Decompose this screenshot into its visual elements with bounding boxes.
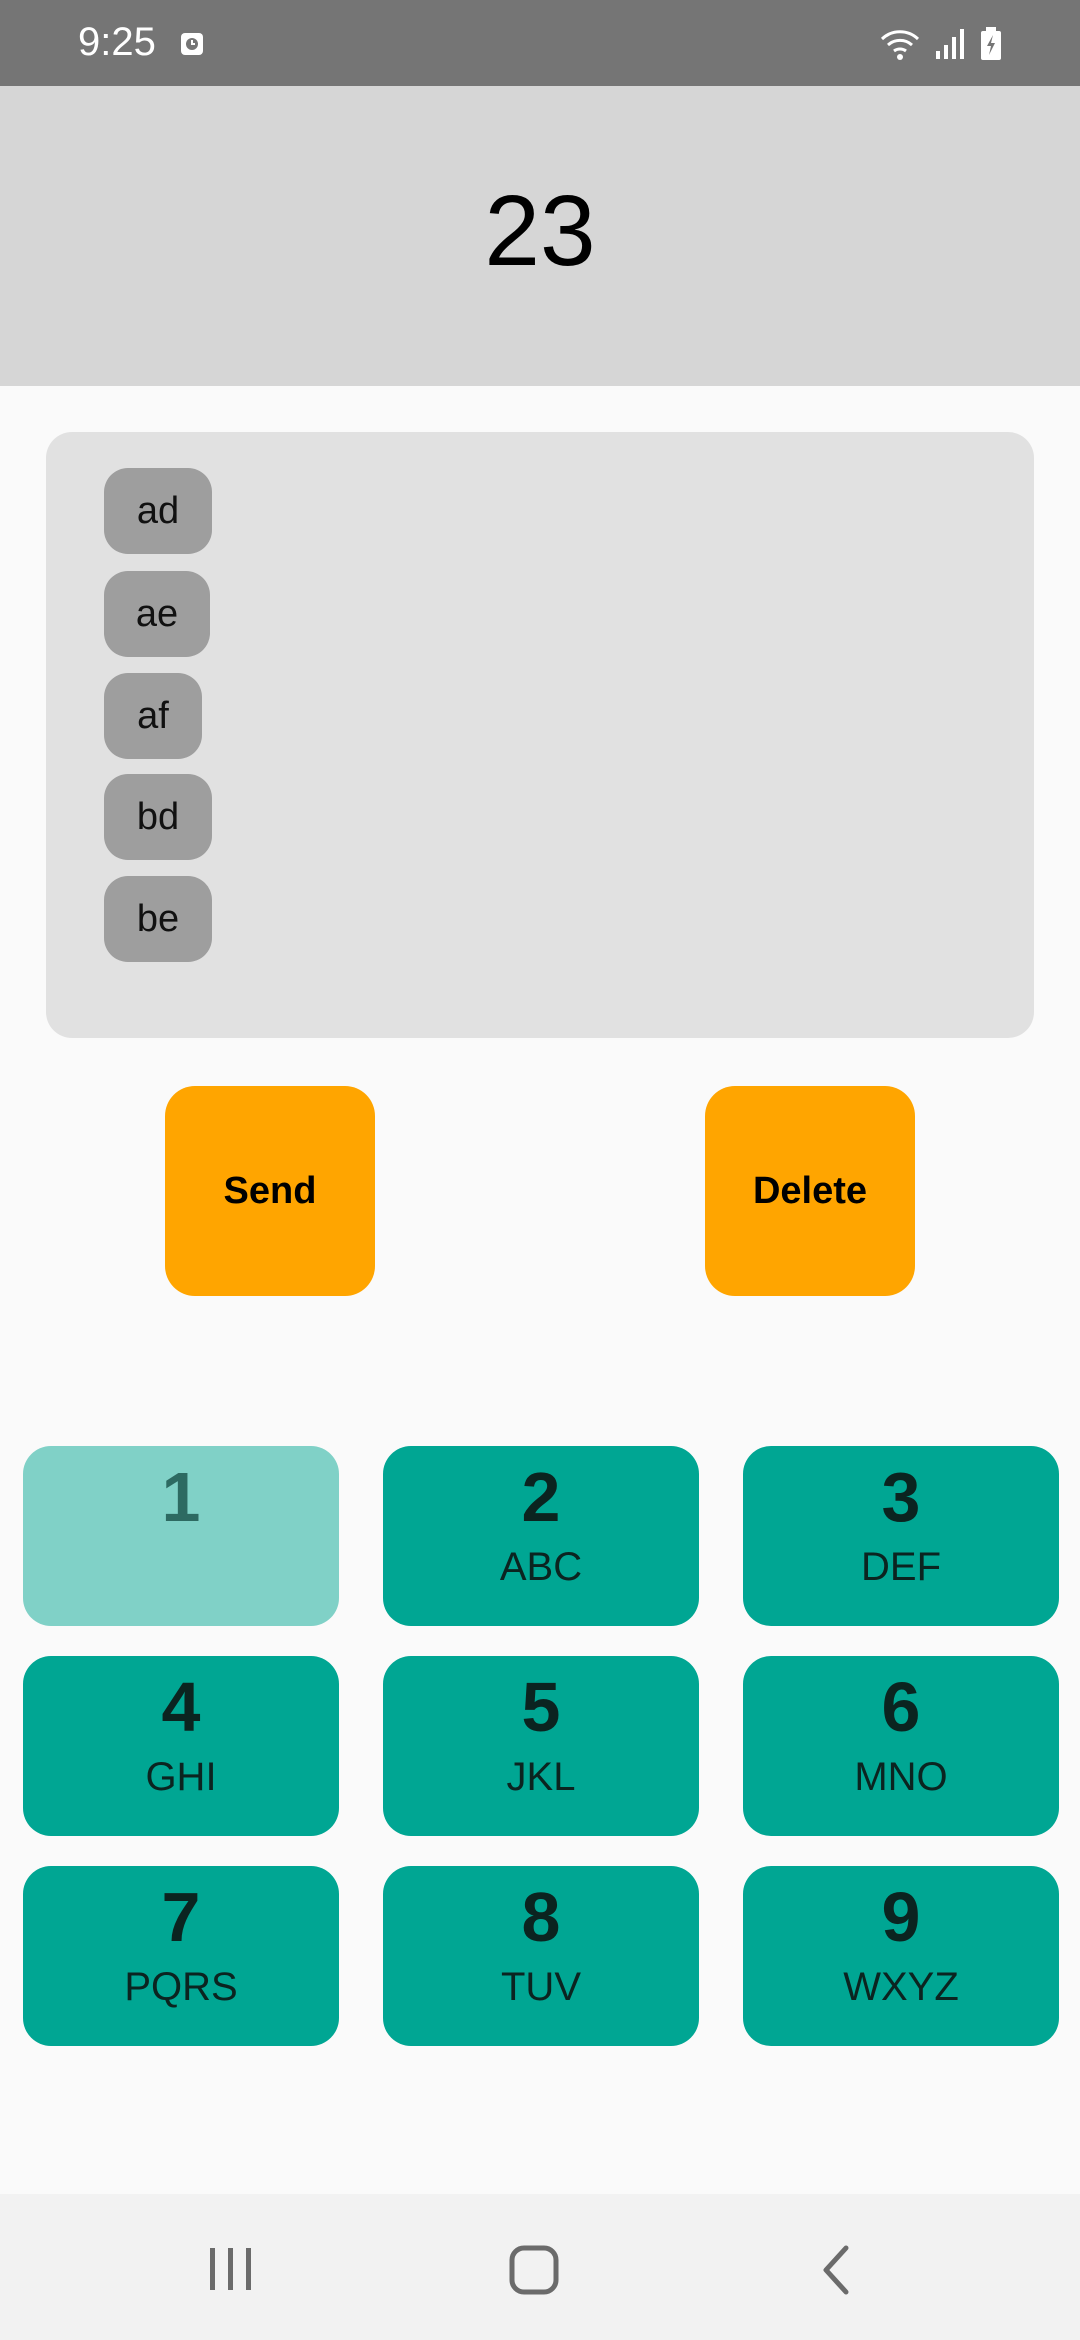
key-8[interactable]: 8 TUV bbox=[383, 1866, 699, 2046]
key-letters: MNO bbox=[854, 1755, 948, 1799]
key-digit: 4 bbox=[161, 1668, 201, 1746]
key-1: 1 bbox=[23, 1446, 339, 1626]
key-letters: PQRS bbox=[124, 1965, 238, 2009]
clock-icon bbox=[181, 33, 203, 55]
key-digit: 8 bbox=[521, 1878, 561, 1956]
key-letters: DEF bbox=[861, 1545, 941, 1589]
back-icon[interactable] bbox=[818, 2244, 854, 2296]
key-letters: TUV bbox=[501, 1965, 581, 2009]
number-display: 23 bbox=[0, 86, 1080, 386]
key-9[interactable]: 9 WXYZ bbox=[743, 1866, 1059, 2046]
key-digit: 2 bbox=[521, 1458, 561, 1536]
key-digit: 5 bbox=[521, 1668, 561, 1746]
wifi-icon bbox=[880, 30, 920, 60]
suggestion-chip-be[interactable]: be bbox=[104, 876, 212, 962]
status-bar: 9:25 bbox=[0, 0, 1080, 86]
key-digit: 3 bbox=[881, 1458, 921, 1536]
suggestion-chip-bd[interactable]: bd bbox=[104, 774, 212, 860]
key-3[interactable]: 3 DEF bbox=[743, 1446, 1059, 1626]
key-6[interactable]: 6 MNO bbox=[743, 1656, 1059, 1836]
recents-icon[interactable] bbox=[206, 2246, 256, 2292]
key-letters: JKL bbox=[506, 1755, 576, 1799]
key-4[interactable]: 4 GHI bbox=[23, 1656, 339, 1836]
key-letters: WXYZ bbox=[843, 1965, 959, 2009]
suggestion-chip-ae[interactable]: ae bbox=[104, 571, 210, 657]
home-icon[interactable] bbox=[508, 2244, 560, 2296]
key-2[interactable]: 2 ABC bbox=[383, 1446, 699, 1626]
key-digit: 7 bbox=[161, 1878, 201, 1956]
key-digit: 6 bbox=[881, 1668, 921, 1746]
signal-icon bbox=[936, 29, 964, 59]
send-button[interactable]: Send bbox=[165, 1086, 375, 1296]
suggestions-panel[interactable]: ad ae af bd be bbox=[46, 432, 1034, 1038]
key-7[interactable]: 7 PQRS bbox=[23, 1866, 339, 2046]
suggestion-chip-ad[interactable]: ad bbox=[104, 468, 212, 554]
key-digit: 9 bbox=[881, 1878, 921, 1956]
status-icons bbox=[880, 24, 1002, 64]
key-letters: ABC bbox=[499, 1545, 583, 1589]
delete-button[interactable]: Delete bbox=[705, 1086, 915, 1296]
navigation-bar bbox=[0, 2194, 1080, 2340]
key-5[interactable]: 5 JKL bbox=[383, 1656, 699, 1836]
battery-charging-icon bbox=[981, 27, 1001, 60]
status-time: 9:25 bbox=[78, 20, 156, 64]
key-letters: GHI bbox=[145, 1755, 217, 1799]
entered-number: 23 bbox=[484, 174, 596, 287]
key-digit: 1 bbox=[161, 1458, 201, 1536]
suggestion-chip-af[interactable]: af bbox=[104, 673, 202, 759]
